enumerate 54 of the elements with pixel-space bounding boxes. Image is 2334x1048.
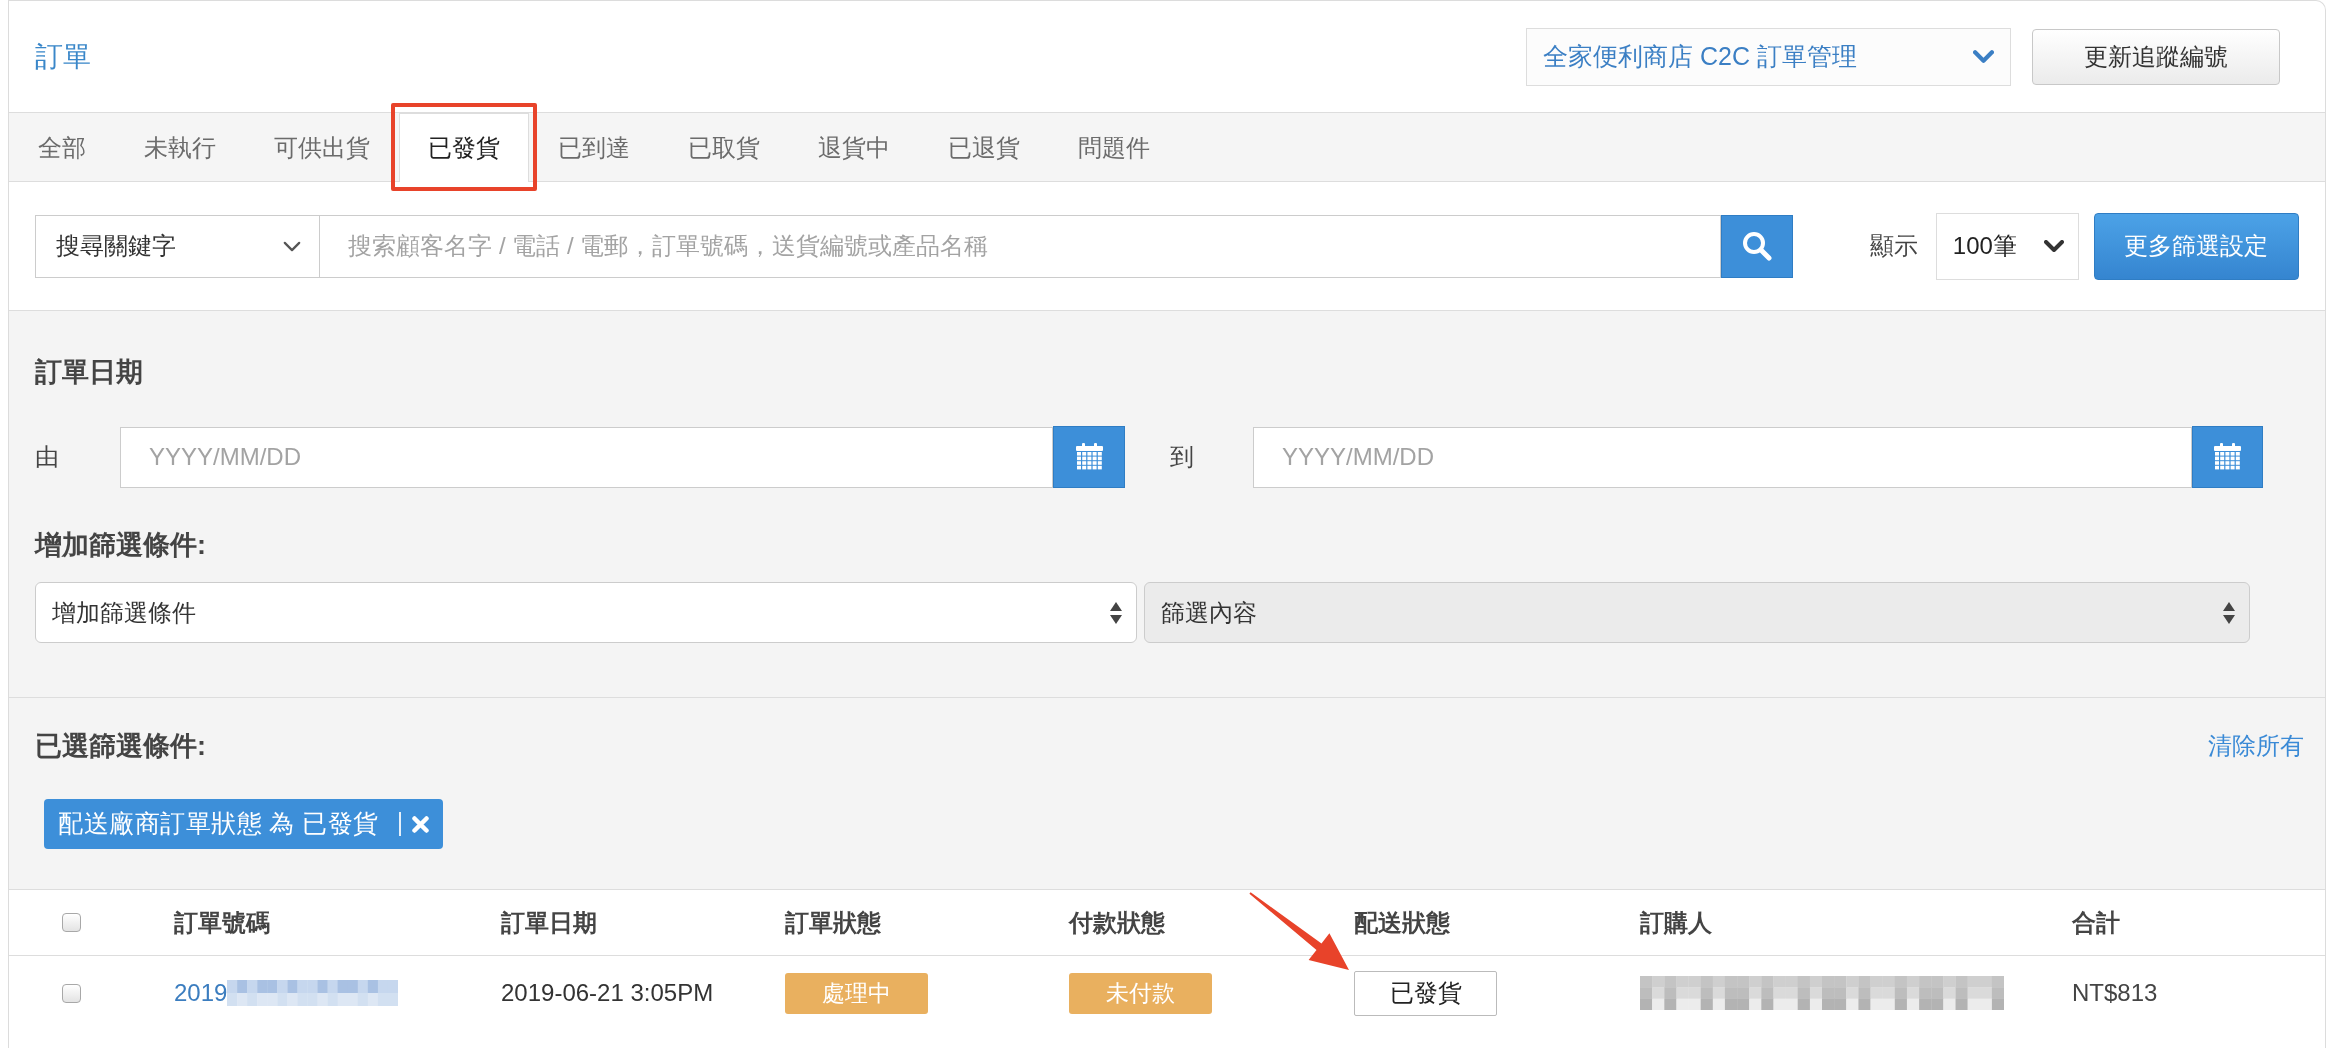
date-field[interactable]: YYYY/MM/DD (120, 426, 1053, 488)
shipping-status-tag: 已發貨 (1354, 970, 1497, 1016)
date-field[interactable]: YYYY/MM/DD (1253, 426, 2192, 488)
search-field[interactable]: 搜索顧客名字 / 電話 / 電郵，訂單號碼，送貨編號或產品名稱 (320, 214, 1721, 278)
order-total: NT$813 (2072, 978, 2158, 1008)
store-select[interactable]: 全家便利商店 C2C 訂單管理 (1526, 27, 2011, 86)
search-field-select[interactable]: 搜尋關鍵字 (35, 214, 321, 278)
search-button[interactable] (1720, 214, 1793, 278)
search-icon (1741, 231, 1772, 261)
checkbox[interactable] (62, 913, 81, 932)
tab[interactable]: 已到達 (529, 113, 659, 181)
tab[interactable]: 問題件 (1049, 113, 1179, 181)
tab[interactable]: 已取貨 (659, 113, 789, 181)
order-number-link[interactable]: 2019 (174, 975, 228, 1011)
column-header: 配送狀態 (1354, 907, 1450, 938)
sort-arrows-icon (2223, 601, 2235, 624)
update-tracking-button[interactable]: 更新追蹤編號 (2032, 28, 2280, 85)
calendar-button[interactable] (1053, 426, 1125, 488)
tab[interactable]: 已發貨 (399, 113, 529, 182)
column-header: 訂單號碼 (174, 907, 270, 938)
filter-chip-label: 配送廠商訂單狀態 為 已發貨 (58, 808, 379, 840)
close-icon[interactable] (411, 815, 429, 833)
section-heading: 已選篩選條件: (35, 730, 206, 762)
section-heading: 訂單日期 (35, 356, 143, 388)
tab[interactable]: 退貨中 (789, 113, 919, 181)
date-label: 由 (35, 442, 60, 472)
checkbox[interactable] (62, 983, 81, 1003)
tab[interactable]: 已退貨 (919, 113, 1049, 181)
filter-condition-select[interactable]: 增加篩選條件 (35, 582, 1137, 643)
chevron-down-icon (283, 240, 302, 252)
calendar-icon (1075, 443, 1103, 471)
chevron-down-icon (1973, 50, 1994, 63)
page-size-select[interactable]: 100筆 (1935, 212, 2079, 280)
payment-status-tag: 未付款 (1069, 972, 1212, 1014)
clear-all-link[interactable]: 清除所有 (2208, 728, 2304, 764)
column-header: 付款狀態 (1069, 907, 1165, 938)
more-filters-button[interactable]: 更多篩選設定 (2093, 212, 2299, 280)
order-date: 2019-06-21 3:05PM (501, 978, 714, 1008)
column-header: 合計 (2072, 907, 2120, 938)
chevron-down-icon (2043, 240, 2064, 252)
tab[interactable]: 可供出貨 (245, 113, 399, 181)
column-header: 訂單日期 (501, 907, 597, 938)
calendar-button[interactable] (2192, 426, 2263, 488)
sort-arrows-icon (1110, 601, 1122, 624)
show-label: 顯示 (1869, 231, 1918, 261)
page-title: 訂單 (35, 42, 91, 71)
column-header: 訂單狀態 (785, 907, 881, 938)
tab[interactable]: 全部 (9, 113, 115, 181)
tab[interactable]: 未執行 (115, 113, 245, 181)
date-label: 到 (1170, 442, 1195, 472)
calendar-icon (2214, 443, 2241, 471)
column-header: 訂購人 (1640, 907, 1712, 938)
order-status-tag: 處理中 (785, 972, 928, 1014)
section-heading: 增加篩選條件: (35, 529, 206, 561)
